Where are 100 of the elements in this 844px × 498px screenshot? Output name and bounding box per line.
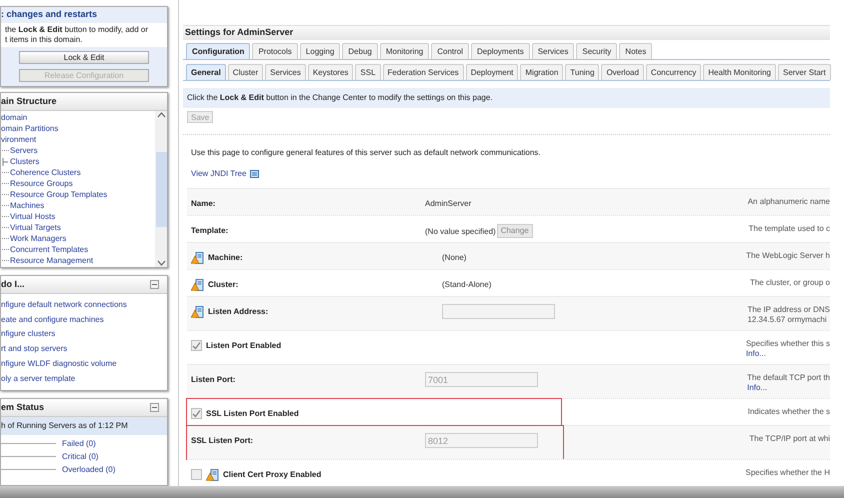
collapse-icon[interactable] <box>150 280 159 289</box>
tab[interactable]: Security <box>576 43 618 60</box>
subtab[interactable]: Concurrency <box>646 64 702 80</box>
field-value: AdminServer <box>425 198 472 210</box>
notice-bar: Click the Lock & Edit button in the Change Center to modify the settings on this page. <box>183 88 830 108</box>
field-description: Specifies whether the H <box>746 468 830 478</box>
subtab[interactable]: General <box>186 64 226 80</box>
field-label: Template: <box>191 225 230 237</box>
help-link[interactable]: eate and configure machines <box>1 312 167 328</box>
tab[interactable]: Deployments <box>471 43 530 60</box>
field-description: The WebLogic Server h <box>746 251 830 261</box>
status-link[interactable]: Critical (0) <box>62 450 98 464</box>
field-label: Cluster: <box>208 279 240 291</box>
tab[interactable]: Monitoring <box>380 43 430 60</box>
subtab[interactable]: Keystores <box>308 64 354 80</box>
help-link[interactable]: nfigure default network connections <box>1 298 167 313</box>
settings-title: Settings for AdminServer <box>183 25 830 40</box>
tree-item[interactable]: Resource Groups <box>10 178 73 189</box>
instruction-text: t items in this domain. <box>5 35 84 45</box>
tab[interactable]: Protocols <box>252 43 298 60</box>
tree-item[interactable]: vironment <box>1 134 155 145</box>
field-label: Listen Address: <box>208 306 270 318</box>
field-value: (None) <box>442 252 466 264</box>
subtab[interactable]: Server Start <box>778 64 831 80</box>
tab[interactable]: Debug <box>342 43 378 60</box>
warning-server-icon <box>191 306 204 318</box>
tree-item[interactable]: Concurrent Templates <box>10 244 88 255</box>
subtab[interactable]: Health Monitoring <box>703 64 776 80</box>
panel-title: do I... <box>1 278 24 291</box>
tree-item[interactable]: Servers <box>10 145 38 156</box>
status-link[interactable]: Overloaded (0) <box>62 463 116 476</box>
status-link[interactable]: Failed (0) <box>62 437 96 450</box>
field-description: An alphanumeric name <box>748 197 830 207</box>
checkbox[interactable] <box>191 469 202 480</box>
status-subtitle: h of Running Servers as of 1:12 PM <box>1 417 167 436</box>
jndi-link[interactable]: View JNDI Tree <box>191 168 246 180</box>
help-link[interactable]: oly a server template <box>1 372 167 386</box>
warning-server-icon <box>191 279 204 291</box>
field-label: SSL Listen Port: <box>191 435 254 447</box>
subtab[interactable]: Migration <box>520 64 564 80</box>
tree-item[interactable]: domain <box>1 112 155 123</box>
field-label: Name: <box>191 198 216 210</box>
warning-server-icon <box>191 252 204 264</box>
checkbox[interactable] <box>191 408 202 419</box>
tree-expander-icon[interactable] <box>2 158 8 166</box>
field-label: Client Cert Proxy Enabled <box>223 469 322 481</box>
tab[interactable]: Logging <box>300 43 340 60</box>
panel-title: ain Structure <box>1 94 57 108</box>
help-link[interactable]: nfigure clusters <box>1 327 167 342</box>
field-description: The IP address or DNS <box>747 305 830 315</box>
subtab[interactable]: Cluster <box>228 64 264 80</box>
tab[interactable]: Control <box>431 43 470 60</box>
field-description: Specifies whether this s <box>746 339 830 349</box>
field-description: The cluster, or group o <box>750 278 830 288</box>
field-label: Listen Port: <box>191 374 236 386</box>
subtab[interactable]: Services <box>265 64 306 80</box>
scrollbar[interactable] <box>155 111 167 267</box>
field-description: Indicates whether the s <box>748 407 830 417</box>
text-field[interactable] <box>442 304 555 319</box>
subtab[interactable]: Deployment <box>466 64 518 80</box>
scroll-up-icon[interactable] <box>156 112 166 118</box>
tab[interactable]: Notes <box>619 43 652 60</box>
warning-server-icon <box>206 469 219 481</box>
tree-item[interactable]: Coherence Clusters <box>10 167 81 178</box>
info-link[interactable]: Info... <box>746 349 830 359</box>
field-label: SSL Listen Port Enabled <box>206 408 300 420</box>
tree-item[interactable]: omain Partitions <box>1 123 155 134</box>
tab[interactable]: Configuration <box>186 43 250 60</box>
subtab[interactable]: Overload <box>601 64 644 80</box>
tree-item[interactable]: Resource Management <box>10 255 94 266</box>
panel-title: : changes and restarts <box>1 8 98 22</box>
field-description: The template used to c <box>748 224 830 234</box>
instruction-text: the Lock & Edit button to modify, add or <box>5 25 150 35</box>
field-description: The TCP/IP port at whi <box>749 434 830 444</box>
tree-item[interactable]: Resource Group Templates <box>10 189 108 200</box>
tree-item[interactable]: Virtual Hosts <box>10 211 56 222</box>
field-value: (Stand-Alone) <box>442 279 492 291</box>
intro-text: Use this page to configure general features of this server such as default network communications. <box>190 147 542 159</box>
help-link[interactable]: rt and stop servers <box>1 342 167 357</box>
collapse-icon[interactable] <box>150 403 159 412</box>
field-label: Listen Port Enabled <box>206 340 282 352</box>
subtab[interactable]: SSL <box>355 64 381 80</box>
tree-item[interactable]: Virtual Targets <box>10 222 61 233</box>
panel-title: em Status <box>1 400 44 414</box>
tree-item[interactable]: Clusters <box>10 156 40 167</box>
field-value: (No value specified) <box>425 226 496 238</box>
subtab[interactable]: Federation Services <box>382 64 464 80</box>
scroll-down-icon[interactable] <box>156 260 166 266</box>
tab[interactable]: Services <box>532 43 574 60</box>
field-description: 12.34.5.67 ormymachi <box>747 315 828 325</box>
tree-item[interactable]: Work Managers <box>10 233 66 244</box>
panel-button[interactable]: Lock & Edit <box>19 51 149 64</box>
subtab[interactable]: Tuning <box>565 64 600 80</box>
tree-item[interactable]: Machines <box>10 200 44 211</box>
info-link[interactable]: Info... <box>747 383 830 393</box>
field-description: The default TCP port th <box>747 373 830 383</box>
scrollbar-thumb[interactable] <box>156 152 166 226</box>
field-label: Machine: <box>208 252 244 264</box>
checkbox[interactable] <box>191 340 202 351</box>
help-link[interactable]: nfigure WLDF diagnostic volume <box>1 356 167 372</box>
